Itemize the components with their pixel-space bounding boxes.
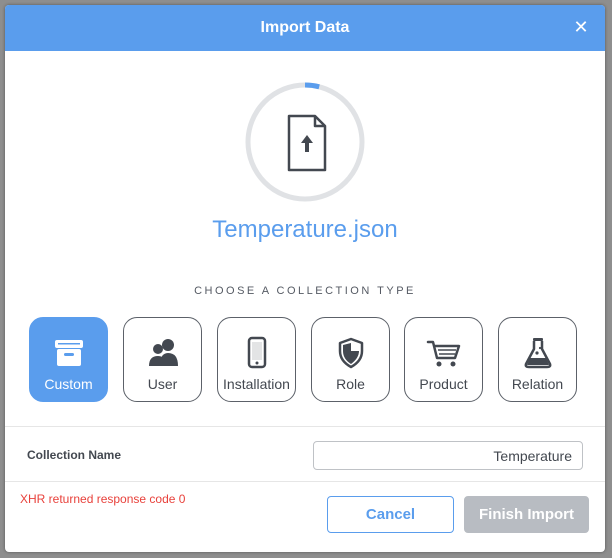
shield-icon bbox=[312, 336, 389, 370]
collection-type-label: Relation bbox=[511, 376, 564, 392]
collection-type-label: Role bbox=[336, 376, 365, 392]
collection-name-input[interactable] bbox=[313, 441, 583, 470]
import-data-dialog: Import Data ✕ Temperature.json CHOOSE A … bbox=[5, 5, 605, 552]
collection-type-role[interactable]: Role bbox=[311, 317, 390, 402]
collection-type-custom[interactable]: Custom bbox=[29, 317, 108, 402]
uploaded-file-name: Temperature.json bbox=[212, 216, 398, 243]
divider bbox=[5, 481, 605, 482]
close-icon[interactable]: ✕ bbox=[571, 17, 591, 37]
archive-box-icon bbox=[30, 336, 107, 370]
shopping-cart-icon bbox=[405, 336, 482, 370]
collection-type-label: Installation bbox=[223, 376, 290, 392]
collection-type-user[interactable]: User bbox=[123, 317, 202, 402]
dialog-title: Import Data bbox=[260, 19, 350, 36]
error-message: XHR returned response code 0 bbox=[20, 492, 186, 506]
flask-icon bbox=[499, 336, 576, 370]
collection-type-installation[interactable]: Installation bbox=[217, 317, 296, 402]
users-icon bbox=[124, 336, 201, 370]
collection-type-label: Custom bbox=[44, 376, 93, 392]
dialog-header: Import Data ✕ bbox=[5, 5, 605, 51]
divider bbox=[5, 426, 605, 427]
collection-type-selector: Custom User Installation Role Product Re… bbox=[29, 317, 589, 403]
collection-type-heading: CHOOSE A COLLECTION TYPE bbox=[194, 285, 416, 297]
finish-import-button[interactable]: Finish Import bbox=[464, 496, 589, 533]
collection-type-relation[interactable]: Relation bbox=[498, 317, 577, 402]
collection-type-product[interactable]: Product bbox=[404, 317, 483, 402]
collection-type-label: Product bbox=[419, 376, 468, 392]
mobile-phone-icon bbox=[218, 336, 295, 370]
file-upload-icon bbox=[287, 114, 327, 172]
upload-progress-ring bbox=[245, 82, 365, 202]
collection-name-label: Collection Name bbox=[27, 448, 122, 462]
collection-type-label: User bbox=[147, 376, 178, 392]
cancel-button[interactable]: Cancel bbox=[327, 496, 454, 533]
